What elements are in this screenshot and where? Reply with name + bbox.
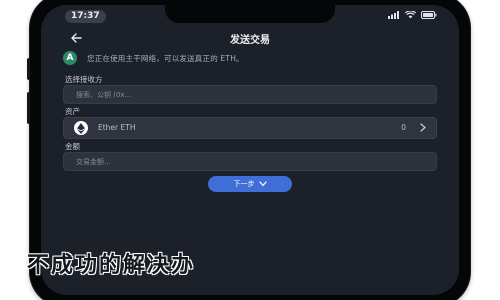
asset-balance: 0 — [401, 123, 406, 132]
asset-selector[interactable]: Ether ETH 0 — [63, 117, 437, 139]
next-button-label: 下一步 — [233, 180, 255, 188]
header: 发送交易 — [41, 27, 459, 49]
notch — [165, 5, 335, 23]
amount-input[interactable]: 交易金额... — [63, 152, 437, 171]
canvas: 17:37 发送交易 A 您正在使用主干网络，可以发送真正的 ETH。 选择接收… — [0, 0, 500, 300]
status-time: 17:37 — [65, 10, 106, 23]
amount-label: 金额 — [65, 142, 80, 151]
chevron-down-icon — [258, 181, 267, 187]
battery-icon — [421, 11, 437, 19]
ethereum-icon: A — [63, 51, 77, 65]
status-icons — [388, 11, 437, 19]
overlay-caption: 不成功的解决办 — [27, 252, 196, 278]
network-notice: A 您正在使用主干网络，可以发送真正的 ETH。 — [63, 50, 437, 66]
asset-label: 资产 — [65, 107, 80, 116]
wifi-icon — [405, 11, 416, 19]
ether-logo-icon — [74, 121, 88, 135]
next-button[interactable]: 下一步 — [208, 176, 292, 192]
signal-icon — [388, 11, 399, 19]
receiver-label: 选择接收方 — [65, 75, 103, 84]
asset-name: Ether ETH — [98, 123, 136, 132]
receiver-placeholder: 搜索、公钥 (0x… — [76, 91, 132, 99]
amount-placeholder: 交易金额... — [76, 158, 111, 166]
receiver-input[interactable]: 搜索、公钥 (0x… — [63, 85, 437, 104]
status-bar: 17:37 — [41, 5, 459, 27]
page-title: 发送交易 — [230, 35, 270, 46]
chevron-right-icon — [420, 123, 426, 132]
notice-text: 您正在使用主干网络，可以发送真正的 ETH。 — [87, 53, 244, 63]
